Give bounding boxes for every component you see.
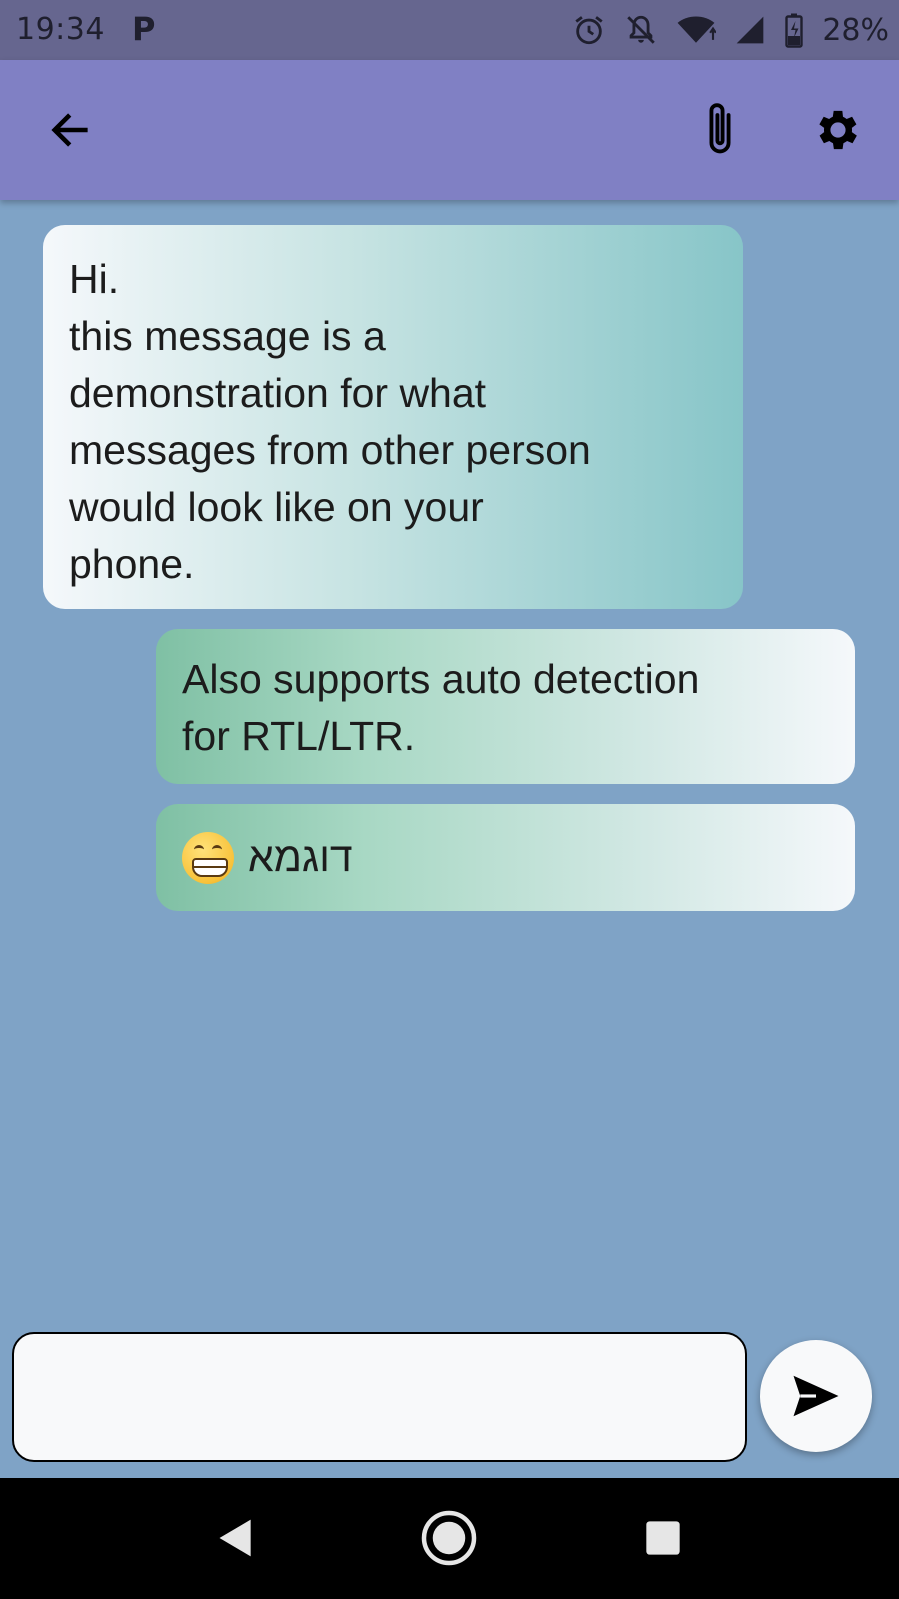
message-text: דוגמא	[248, 834, 353, 880]
attach-button[interactable]	[688, 98, 752, 162]
status-bar: 19:34 P 28%	[0, 0, 899, 60]
back-arrow-icon	[51, 113, 88, 147]
gear-icon	[819, 110, 857, 150]
nav-home-icon	[421, 1510, 477, 1566]
message-input[interactable]	[12, 1332, 747, 1462]
nav-back-icon	[219, 1519, 251, 1557]
incoming-message[interactable]: Hi. this message is a demonstration for …	[43, 225, 743, 609]
nav-recents-icon	[646, 1521, 680, 1555]
notifications-off-icon	[624, 13, 658, 47]
alarm-icon	[572, 13, 606, 47]
wifi-icon	[676, 13, 717, 47]
status-time: 19:34	[16, 12, 105, 47]
notification-app-icon: P	[132, 10, 156, 48]
nav-home-button[interactable]	[409, 1498, 489, 1578]
send-icon	[793, 1375, 839, 1417]
paperclip-icon	[709, 103, 731, 154]
outgoing-message[interactable]: Also supports auto detection for RTL/LTR…	[156, 629, 855, 784]
back-button[interactable]	[38, 98, 102, 162]
system-nav-bar	[0, 1478, 899, 1599]
outgoing-message-rtl[interactable]: דוגמא	[156, 804, 855, 911]
battery-percent: 28%	[822, 12, 889, 48]
app-bar	[0, 60, 899, 200]
battery-charging-icon	[784, 12, 804, 48]
message-list[interactable]: Hi. this message is a demonstration for …	[0, 200, 899, 1320]
send-button[interactable]	[760, 1340, 872, 1452]
nav-back-button[interactable]	[196, 1498, 276, 1578]
status-icons: 28%	[572, 10, 889, 50]
nav-recents-button[interactable]	[623, 1498, 703, 1578]
settings-button[interactable]	[806, 98, 870, 162]
grinning-face-icon	[182, 831, 234, 884]
cell-signal-icon	[734, 14, 766, 46]
